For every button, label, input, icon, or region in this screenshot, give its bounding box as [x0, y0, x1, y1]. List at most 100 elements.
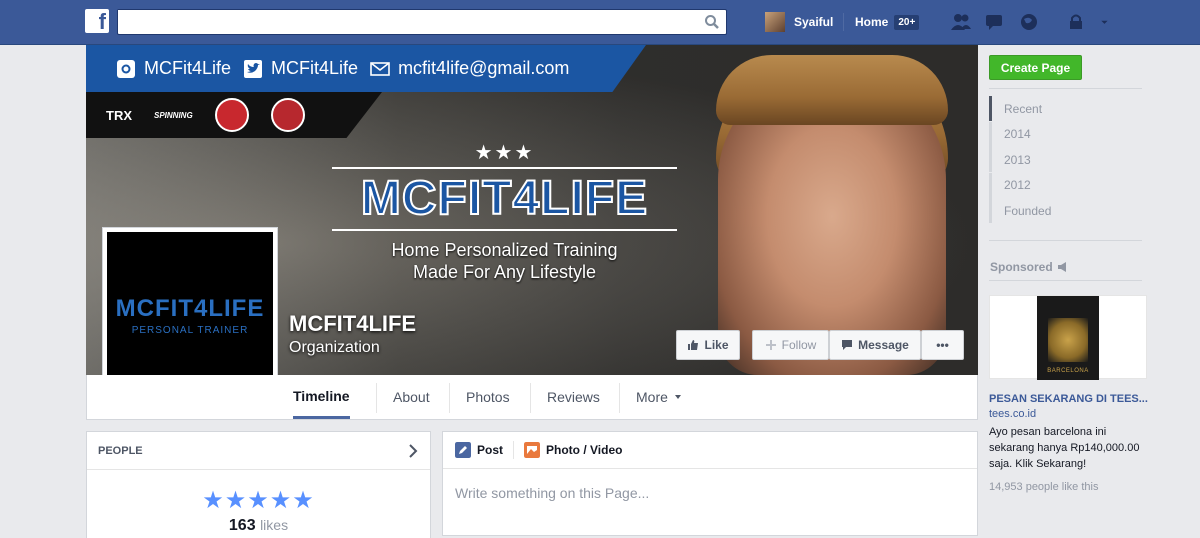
top-navigation-bar: f Syaiful Home 20+: [0, 0, 1200, 45]
year-item-2014[interactable]: 2014: [989, 121, 1142, 147]
ad-image[interactable]: BARCELONA: [989, 295, 1147, 380]
people-box: PEOPLE ★★★★★ 163 likes: [86, 431, 431, 538]
follow-button[interactable]: Follow: [752, 330, 829, 360]
message-button[interactable]: Message: [829, 330, 921, 360]
sidebar-divider: [989, 240, 1142, 241]
thumbs-up-icon: [688, 340, 699, 350]
tab-divider: [449, 383, 450, 413]
follow-label: Follow: [781, 338, 817, 352]
tagline-line-1: Home Personalized Training: [391, 240, 618, 260]
likes-summary[interactable]: 163 likes: [87, 517, 430, 535]
plus-icon: [765, 340, 776, 350]
tab-divider: [376, 383, 377, 413]
people-header[interactable]: PEOPLE: [87, 432, 430, 470]
profile-link[interactable]: Syaiful: [765, 11, 833, 33]
tab-timeline[interactable]: Timeline: [293, 375, 350, 419]
mail-icon: [370, 61, 390, 76]
sidebar-divider: [989, 280, 1142, 281]
ad-social-context: 14,953 people like this: [989, 481, 1099, 493]
photo-icon: [524, 442, 541, 458]
avatar: [765, 12, 785, 32]
twitter-icon: [244, 59, 263, 78]
instagram-link: MCFit4Life: [116, 58, 231, 79]
likes-label: likes: [260, 517, 289, 533]
year-item-2013[interactable]: 2013: [989, 147, 1142, 172]
year-item-recent[interactable]: Recent: [989, 96, 1142, 121]
chevron-down-icon: [674, 395, 681, 399]
composer-tab-post[interactable]: Post: [455, 442, 503, 458]
profile-picture-image: MCFIT4LIFE PERSONAL TRAINER: [107, 232, 273, 398]
sponsor-logos-band: TRX SPINNING: [86, 92, 382, 138]
pencil-icon: [455, 442, 471, 458]
trx-logo: TRX: [106, 107, 132, 123]
ad-shirt: BARCELONA: [1037, 296, 1099, 380]
cover-portrait-hair-top: [716, 55, 948, 125]
brand-block: ★★★ MCFIT4LIFE Home Personalized Trainin…: [332, 140, 677, 283]
ad-domain[interactable]: tees.co.id: [989, 408, 1036, 420]
page-category[interactable]: Organization: [289, 339, 380, 357]
create-page-button[interactable]: Create Page: [989, 55, 1082, 80]
social-links-band: MCFit4Life MCFit4Life mcfit4life@gmail.c…: [86, 45, 646, 92]
page-tabs: Timeline About Photos Reviews More: [86, 375, 978, 420]
sidebar-divider: [989, 88, 1142, 89]
home-label: Home: [855, 15, 889, 29]
friend-requests-icon[interactable]: [950, 12, 972, 32]
twitter-link: MCFit4Life: [243, 58, 358, 79]
search-input[interactable]: [117, 9, 727, 35]
twitter-handle: MCFit4Life: [271, 58, 359, 78]
tab-about[interactable]: About: [393, 375, 430, 419]
message-label: Message: [858, 338, 909, 352]
tab-more-label: More: [636, 389, 668, 405]
privacy-lock-icon[interactable]: [1066, 12, 1088, 32]
sponsor-seal-logo: [270, 98, 305, 132]
tab-reviews[interactable]: Reviews: [547, 375, 600, 419]
brand-title: MCFIT4LIFE: [360, 171, 649, 226]
messages-icon[interactable]: [984, 12, 1006, 32]
account-menu-chevron-down-icon[interactable]: [1100, 12, 1114, 32]
like-button[interactable]: Like: [676, 330, 740, 360]
chevron-right-icon[interactable]: [408, 444, 418, 458]
ad-title[interactable]: PESAN SEKARANG DI TEES...: [989, 393, 1148, 405]
brand-rule-top: [332, 167, 677, 169]
user-name: Syaiful: [794, 15, 834, 29]
composer-input[interactable]: Write something on this Page...: [443, 469, 977, 517]
likes-count: 163: [228, 517, 256, 534]
more-dots-icon: •••: [936, 338, 949, 352]
instagram-handle: MCFit4Life: [144, 58, 232, 78]
message-bubble-icon: [842, 340, 853, 350]
nav-divider: [843, 13, 844, 31]
spinning-logo: SPINNING: [154, 110, 193, 120]
like-label: Like: [704, 338, 729, 352]
composer-photo-label: Photo / Video: [546, 443, 623, 457]
search-icon[interactable]: [704, 14, 720, 30]
email-address: mcfit4life@gmail.com: [398, 58, 570, 78]
tab-more[interactable]: More: [636, 375, 682, 419]
tab-photos[interactable]: Photos: [466, 375, 510, 419]
profile-picture-title: MCFIT4LIFE: [115, 294, 265, 322]
composer-tabs: Post Photo / Video: [443, 432, 977, 469]
search-field[interactable]: [118, 10, 688, 32]
page-title[interactable]: MCFIT4LIFE: [289, 311, 416, 337]
brand-rule-bottom: [332, 229, 677, 231]
more-options-button[interactable]: •••: [921, 330, 964, 360]
facebook-logo-icon[interactable]: f: [85, 9, 109, 34]
home-notification-badge: 20+: [894, 14, 920, 30]
brand-stars: ★★★: [474, 142, 535, 164]
home-link[interactable]: Home 20+: [855, 12, 920, 32]
composer-post-label: Post: [477, 443, 504, 457]
sponsor-badge-logo: [214, 98, 249, 132]
notifications-globe-icon[interactable]: [1018, 12, 1040, 32]
ad-shirt-logo: [1048, 318, 1088, 362]
profile-picture-subtitle: PERSONAL TRAINER: [131, 324, 249, 336]
year-item-2012[interactable]: 2012: [989, 172, 1142, 198]
instagram-icon: [117, 59, 135, 78]
year-item-founded[interactable]: Founded: [989, 198, 1142, 223]
email-link: mcfit4life@gmail.com: [370, 58, 569, 79]
composer-divider: [513, 441, 515, 459]
composer-tab-photo-video[interactable]: Photo / Video: [524, 442, 622, 458]
post-composer: Post Photo / Video Write something on th…: [442, 431, 978, 536]
sponsored-heading[interactable]: Sponsored: [990, 260, 1069, 274]
megaphone-icon: [1057, 262, 1066, 272]
nav-icons: [950, 12, 1114, 32]
tab-divider: [619, 383, 620, 413]
